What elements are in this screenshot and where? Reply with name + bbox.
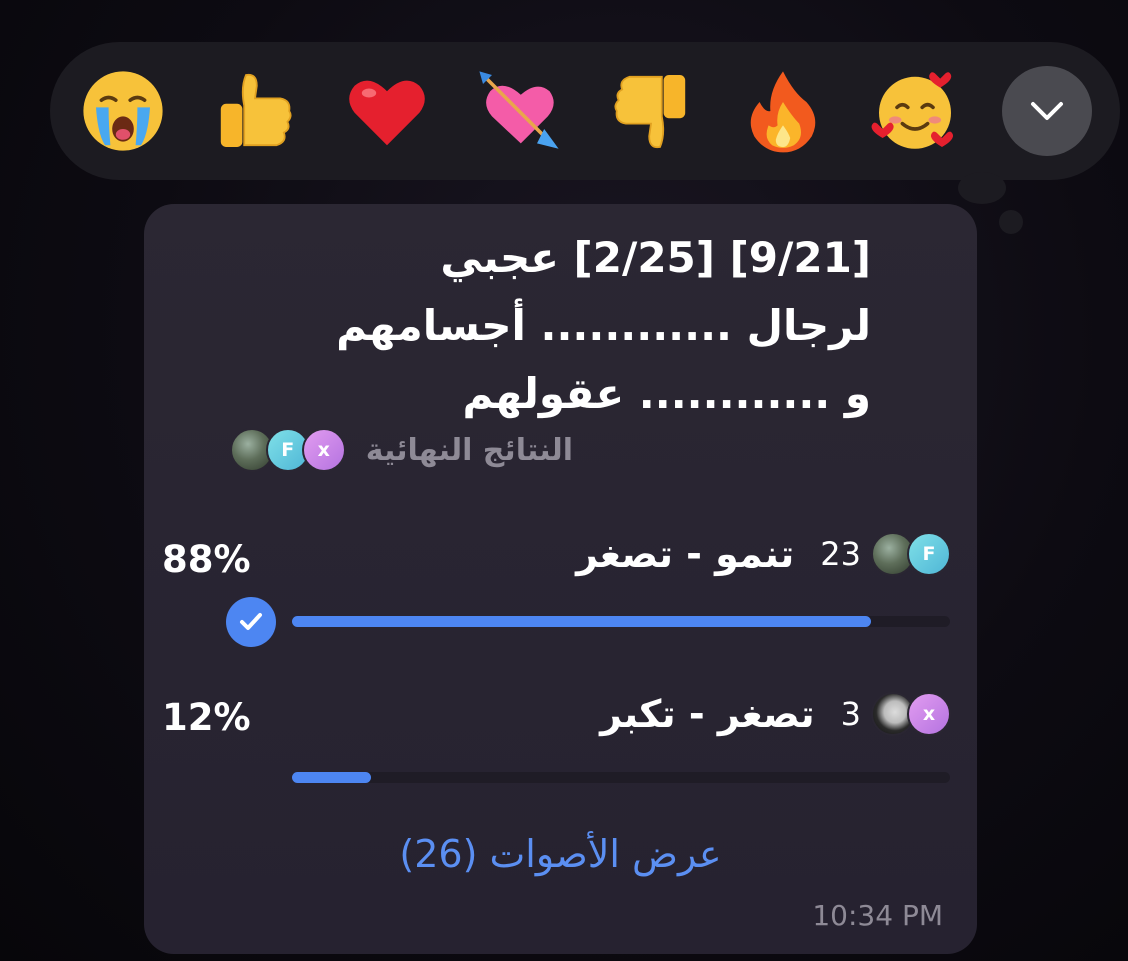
reaction-picker-tail — [958, 172, 1006, 204]
poll-question-line-1: [9/21] [2/25] عجبي — [440, 233, 871, 282]
selected-check-icon — [226, 597, 276, 647]
message-timestamp: 10:34 PM — [812, 899, 943, 932]
option-1-avatars: F — [871, 532, 951, 576]
expand-reactions-button[interactable] — [1002, 66, 1092, 156]
red-heart-icon[interactable] — [342, 66, 432, 156]
chat-screen: [9/21] [2/25] عجبي لرجال ............ أج… — [0, 0, 1128, 961]
option-2-percent: 12% — [162, 696, 251, 739]
avatar: x — [301, 428, 346, 472]
smiling-face-with-hearts-icon[interactable] — [870, 66, 960, 156]
option-1-bar-fill — [292, 616, 872, 627]
option-2-bar — [292, 772, 950, 783]
option-2-label: تصغر - تكبر — [600, 692, 815, 736]
poll-question-line-2: لرجال ............ أجسامهم — [336, 301, 871, 350]
option-2-count: 3 — [840, 695, 861, 733]
thumbs-up-icon[interactable] — [210, 66, 300, 156]
option-1-percent: 88% — [162, 538, 251, 581]
voter-avatars: F x — [229, 428, 346, 472]
option-2-row[interactable]: x 3 تصغر - تكبر — [600, 692, 951, 736]
option-1-row[interactable]: F 23 تنمو - تصغر — [576, 532, 951, 576]
poll-question: [9/21] [2/25] عجبي لرجال ............ أج… — [231, 224, 871, 428]
option-1-count: 23 — [820, 535, 861, 573]
chevron-down-icon — [1031, 102, 1063, 120]
poll-question-line-3: و ............ عقولهم — [462, 369, 872, 418]
final-results-label: النتائج النهائية — [365, 432, 573, 468]
heart-with-arrow-icon[interactable] — [474, 66, 564, 156]
avatar: x — [907, 692, 951, 736]
final-results-row: النتائج النهائية F x — [229, 426, 573, 474]
fire-icon[interactable] — [738, 66, 828, 156]
option-1-label: تنمو - تصغر — [576, 532, 795, 576]
poll-message[interactable]: [9/21] [2/25] عجبي لرجال ............ أج… — [144, 204, 977, 954]
option-1-bar — [292, 616, 950, 627]
thumbs-down-icon[interactable] — [606, 66, 696, 156]
crying-face-icon[interactable] — [78, 66, 168, 156]
reaction-picker-tail-dot — [999, 210, 1023, 234]
view-votes-button[interactable]: عرض الأصوات (26) — [144, 832, 977, 876]
option-2-bar-fill — [292, 772, 371, 783]
avatar: F — [907, 532, 951, 576]
option-2-avatars: x — [871, 692, 951, 736]
